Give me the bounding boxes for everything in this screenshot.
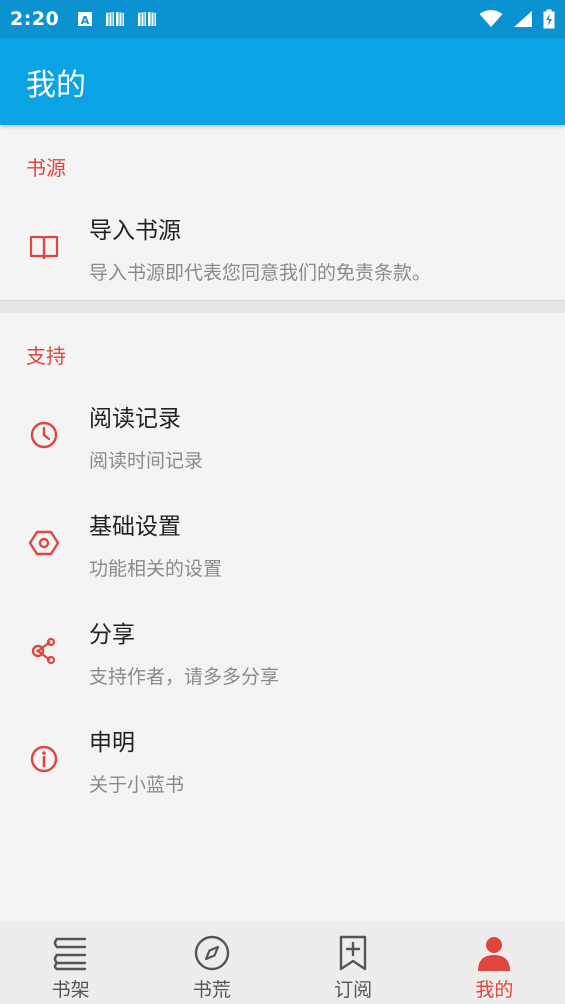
item-title: 申明 (89, 730, 135, 756)
item-title: 导入书源 (89, 218, 181, 244)
battery-charging-icon (543, 9, 555, 29)
a-notification-icon: A (78, 12, 93, 27)
section-header-support: 支持 (26, 344, 66, 368)
list-item-reading-record[interactable]: 阅读记录 阅读时间记录 (0, 385, 565, 485)
status-system-icons (479, 9, 555, 29)
section-header-book-source: 书源 (26, 156, 66, 180)
section-divider (0, 300, 565, 313)
status-bar: 2:20 A (0, 0, 565, 38)
svg-text:A: A (81, 14, 90, 27)
nav-item-mine[interactable]: 我的 (424, 921, 565, 1004)
compass-icon (194, 935, 230, 971)
item-title: 基础设置 (89, 514, 181, 540)
nav-label: 书架 (51, 979, 90, 1001)
list-item-share[interactable]: 分享 支持作者，请多多分享 (0, 601, 565, 701)
list-item-import-book-source[interactable]: 导入书源 导入书源即代表您同意我们的免责条款。 (0, 195, 565, 295)
bookshelf-icon (53, 937, 86, 971)
book-notification-icon (138, 12, 157, 26)
bottom-navigation: 书架 书荒 订阅 我的 (0, 921, 565, 1004)
item-title: 分享 (89, 622, 135, 648)
list-item-basic-settings[interactable]: 基础设置 功能相关的设置 (0, 493, 565, 593)
person-icon (478, 937, 511, 971)
book-notification-icon (106, 12, 125, 26)
nav-label: 书荒 (192, 979, 231, 1001)
share-icon (31, 637, 56, 665)
nav-item-bookshelf[interactable]: 书架 (0, 921, 141, 1004)
item-subtitle: 关于小蓝书 (89, 774, 185, 796)
item-title: 阅读记录 (89, 406, 181, 432)
nav-label: 订阅 (334, 979, 373, 1001)
item-subtitle: 导入书源即代表您同意我们的免责条款。 (89, 262, 432, 284)
hexagon-settings-icon (28, 530, 60, 556)
bookmark-add-icon (339, 935, 367, 971)
signal-icon (514, 11, 532, 27)
status-time: 2:20 (10, 8, 60, 30)
item-subtitle: 支持作者，请多多分享 (89, 666, 280, 688)
nav-item-discover[interactable]: 书荒 (141, 921, 282, 1004)
app-bar: 我的 (0, 38, 565, 125)
list-item-statement[interactable]: 申明 关于小蓝书 (0, 709, 565, 809)
item-subtitle: 功能相关的设置 (89, 558, 223, 580)
page-title: 我的 (26, 67, 86, 103)
status-notifications: A (77, 11, 157, 27)
book-open-icon (29, 235, 59, 260)
nav-item-subscribe[interactable]: 订阅 (283, 921, 424, 1004)
wifi-icon (479, 10, 503, 27)
clock-icon (30, 421, 58, 449)
info-icon (30, 745, 58, 773)
item-subtitle: 阅读时间记录 (89, 450, 204, 472)
nav-label: 我的 (475, 979, 514, 1001)
